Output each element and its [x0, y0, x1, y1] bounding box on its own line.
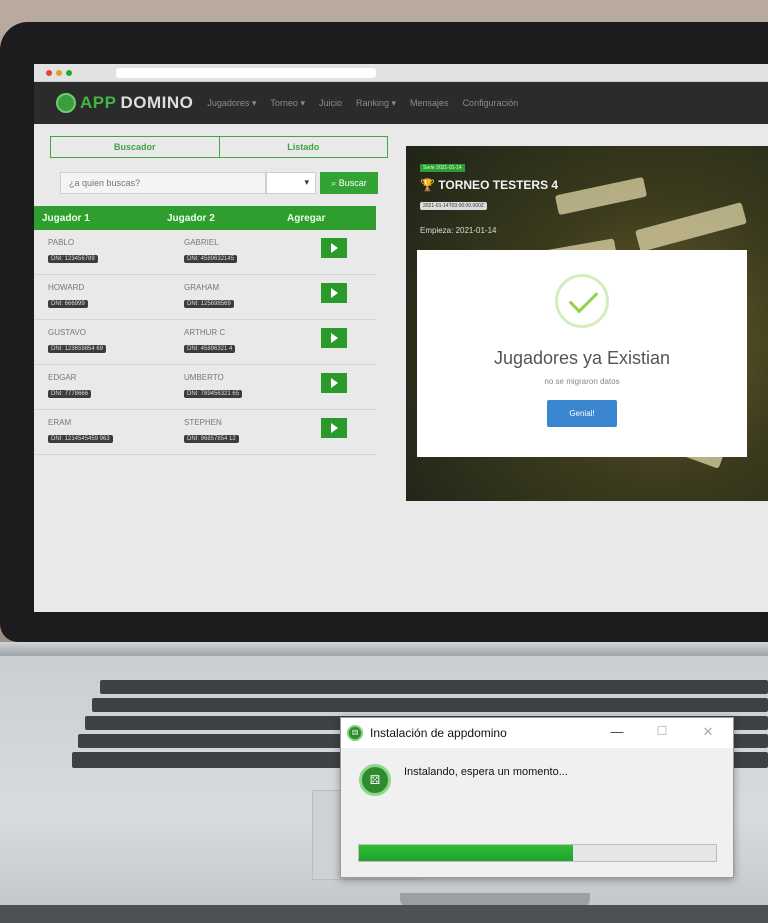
- tournament-start: Empieza: 2021-01-14: [420, 226, 497, 235]
- installer-window: ⚄ Instalación de appdomino — ☐ ✕ ⚄ Insta…: [340, 717, 734, 878]
- player2-id: DNI: 789456321 65: [184, 390, 243, 398]
- player1-id: DNI: 7778666: [48, 390, 92, 398]
- nav-mensajes[interactable]: Mensajes: [410, 98, 449, 108]
- nav-torneo[interactable]: Torneo ▾: [270, 98, 305, 109]
- laptop-hinge: [0, 642, 768, 656]
- modal-subtitle: no se migraron datos: [544, 377, 620, 386]
- table-row: PABLO DNI: 123456789 GABRIEL DNI: 45896321…: [34, 230, 376, 275]
- tab-buscador[interactable]: Buscador: [51, 137, 219, 157]
- search-button[interactable]: ⌕ Buscar: [320, 172, 378, 194]
- minimize-icon[interactable]: —: [607, 724, 627, 739]
- tab-listado[interactable]: Listado: [218, 137, 388, 157]
- player1-id: DNI: 666999: [48, 300, 88, 308]
- app-navbar: APP DOMINO Jugadores ▾ Torneo ▾ Juicio Ra…: [34, 82, 768, 124]
- trophy-icon: 🏆: [420, 178, 439, 192]
- player2-name: GRAHAM: [184, 283, 220, 292]
- close-dot-icon[interactable]: [46, 69, 52, 76]
- player2-name: GABRIEL: [184, 238, 219, 247]
- player1-name: ERAM: [48, 418, 72, 427]
- play-icon: [330, 378, 338, 388]
- players-table-header: Jugador 1 Jugador 2 Agregar: [34, 206, 376, 230]
- nav-configuracion[interactable]: Configuración: [463, 98, 519, 108]
- player2-name: ARTHUR C: [184, 328, 226, 337]
- table-row: HOWARD DNI: 666999 GRAHAM DNI: 125698569: [34, 275, 376, 320]
- view-toggle: Buscador Listado: [50, 136, 388, 158]
- play-icon: [330, 243, 338, 253]
- search-button-label: Buscar: [338, 178, 367, 188]
- laptop-front-edge: [0, 905, 768, 923]
- player1-id: DNI: 123456789: [48, 255, 98, 263]
- player2-id: DNI: 96857854 12: [184, 435, 239, 443]
- player1-name: HOWARD: [48, 283, 85, 292]
- keyboard-row: [100, 680, 768, 694]
- zoom-dot-icon[interactable]: [66, 69, 72, 76]
- player-search-panel: Buscador Listado ▾ ⌕ Buscar Jugador 1 Ju…: [34, 136, 393, 455]
- install-progress-bar: [358, 844, 717, 862]
- installer-titlebar[interactable]: ⚄ Instalación de appdomino — ☐ ✕: [341, 718, 733, 748]
- player2-name: STEPHEN: [184, 418, 222, 427]
- nav-juicio[interactable]: Juicio: [319, 98, 342, 108]
- logo-name-text: DOMINO: [120, 93, 194, 112]
- add-pair-button[interactable]: [321, 283, 347, 303]
- col-agregar: Agregar: [287, 212, 326, 224]
- tournament-title-text: TORNEO TESTERS 4: [438, 178, 559, 192]
- installer-title: Instalación de appdomino: [370, 726, 507, 740]
- search-filter-select[interactable]: ▾: [266, 172, 316, 194]
- app-logo[interactable]: APP DOMINO: [56, 93, 193, 113]
- url-bar[interactable]: [116, 67, 376, 78]
- search-input[interactable]: [60, 172, 266, 194]
- col-jugador2: Jugador 2: [167, 212, 215, 224]
- play-icon: [330, 423, 338, 433]
- keyboard-row: [92, 698, 768, 712]
- player2-name: UMBERTO: [184, 373, 224, 382]
- nav-jugadores[interactable]: Jugadores ▾: [207, 98, 256, 109]
- browser-bar: [34, 64, 768, 82]
- modal-title: Jugadores ya Existian: [493, 348, 671, 368]
- table-row: GUSTAVO DNI: 123659854 69 ARTHUR C DNI: 45…: [34, 320, 376, 365]
- table-row: ERAM DNI: 1214545459 963 STEPHEN DNI: 9685…: [34, 410, 376, 455]
- player2-id: DNI: 45896321 4: [184, 345, 236, 353]
- player1-id: DNI: 123659854 69: [48, 345, 107, 353]
- appdomino-large-icon: ⚄: [359, 764, 391, 796]
- maximize-icon[interactable]: ☐: [652, 724, 672, 738]
- nav-ranking[interactable]: Ranking ▾: [356, 98, 396, 109]
- tournament-date: 2021-01-14T03:00:00.000Z: [420, 202, 487, 210]
- player1-name: EDGAR: [48, 373, 77, 382]
- logo-app-text: APP: [80, 93, 117, 112]
- play-icon: [330, 288, 338, 298]
- minimize-dot-icon[interactable]: [56, 69, 62, 76]
- install-progress-fill: [359, 845, 574, 861]
- tournament-badge: Serie 2021-01-14: [420, 164, 465, 172]
- player1-name: GUSTAVO: [48, 328, 86, 337]
- domino-tile-image: [635, 202, 747, 252]
- player1-name: PABLO: [48, 238, 75, 247]
- success-check-icon: [555, 274, 609, 328]
- player1-id: DNI: 1214545459 963: [48, 435, 113, 443]
- add-pair-button[interactable]: [321, 238, 347, 258]
- search-icon: ⌕: [331, 177, 339, 188]
- domino-tile-image: [554, 176, 648, 216]
- tournament-title: 🏆 TORNEO TESTERS 4: [420, 178, 558, 192]
- logo-icon: [56, 93, 76, 113]
- appdomino-icon: ⚄: [347, 725, 363, 741]
- play-icon: [330, 333, 338, 343]
- install-status-text: Instalando, espera un momento...: [404, 766, 568, 778]
- table-row: EDGAR DNI: 7778666 UMBERTO DNI: 789456321 …: [34, 365, 376, 410]
- player2-id: DNI: 125698569: [184, 300, 234, 308]
- col-jugador1: Jugador 1: [42, 212, 90, 224]
- add-pair-button[interactable]: [321, 373, 347, 393]
- modal-ok-button[interactable]: Genial!: [547, 400, 617, 427]
- close-icon[interactable]: ✕: [698, 724, 718, 740]
- player2-id: DNI: 4589632145: [184, 255, 238, 263]
- add-pair-button[interactable]: [321, 418, 347, 438]
- add-pair-button[interactable]: [321, 328, 347, 348]
- search-row: ▾ ⌕ Buscar: [60, 172, 393, 194]
- success-modal: Jugadores ya Existian no se migraron dat…: [417, 250, 747, 457]
